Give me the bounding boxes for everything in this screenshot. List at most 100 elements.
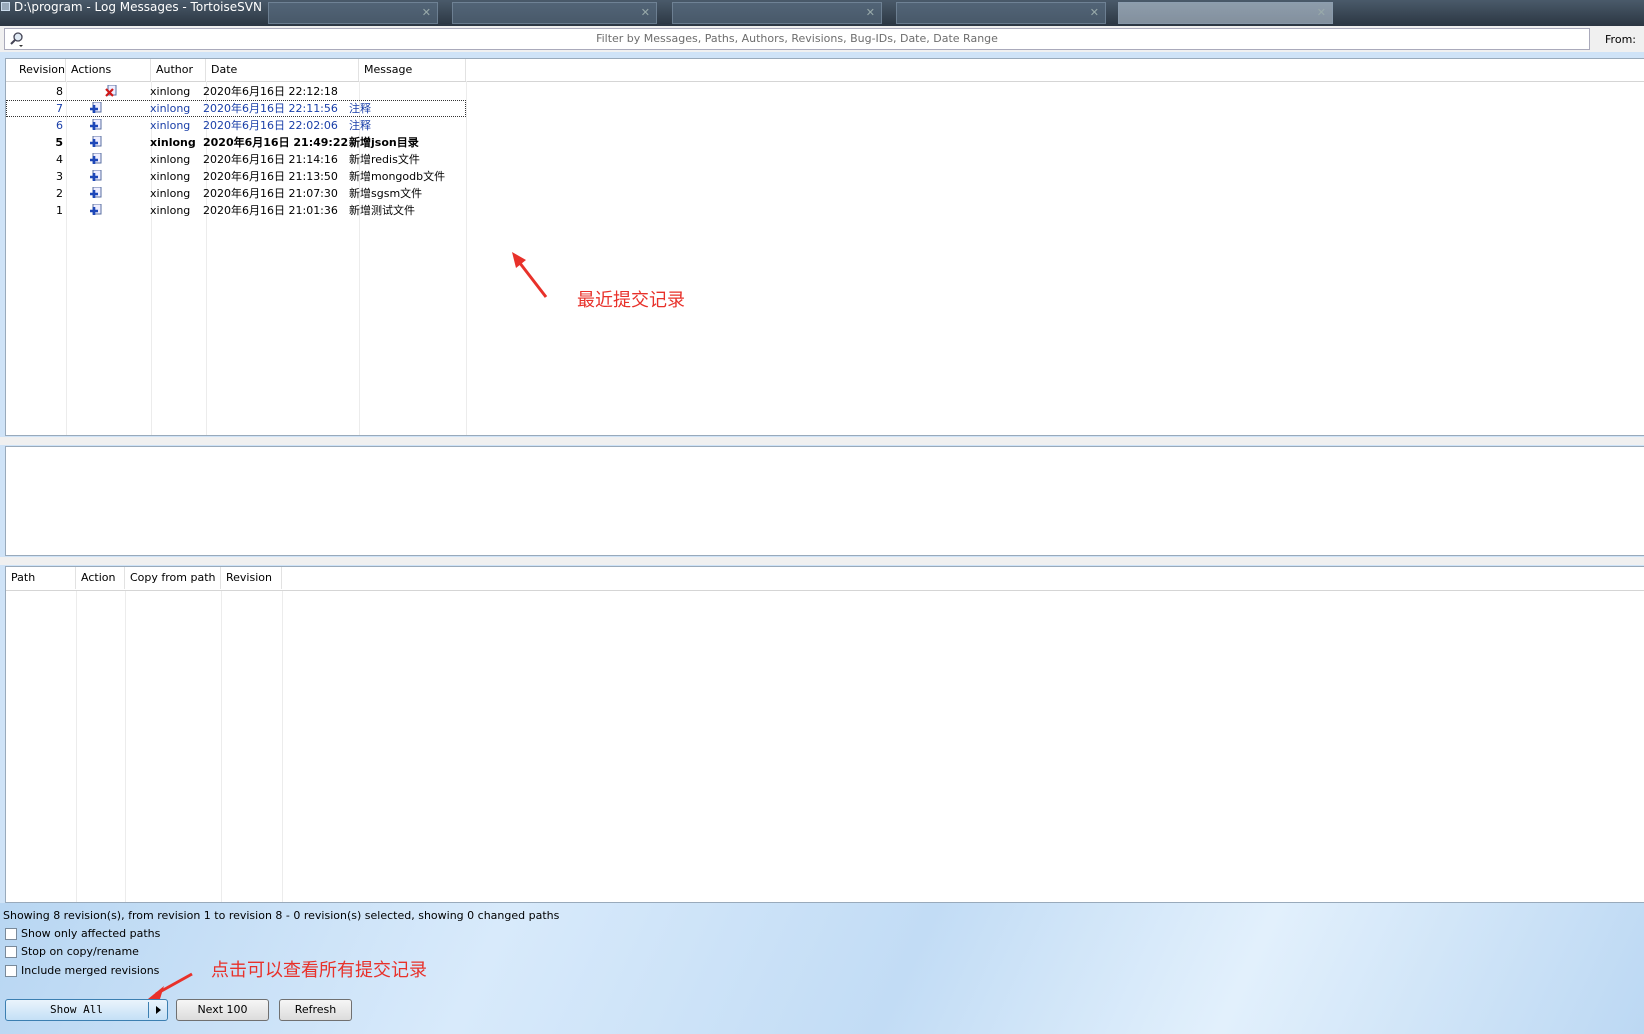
date-cell: 2020年6月16日 21:13:50 xyxy=(203,170,338,183)
background-tab[interactable]: ✕ xyxy=(672,2,882,24)
header-divider xyxy=(6,590,1644,591)
author-cell: xinlong xyxy=(150,170,191,183)
table-row[interactable]: 3 xinlong 2020年6月16日 21:13:50 新增mongodb文件 xyxy=(6,168,1644,185)
revision-cell: 8 xyxy=(56,85,63,98)
column-divider xyxy=(76,590,77,902)
add-icon xyxy=(90,119,102,130)
message-cell: 注释 xyxy=(349,102,371,115)
next-100-button[interactable]: Next 100 xyxy=(176,999,269,1021)
splitter[interactable] xyxy=(0,557,1644,565)
revision-cell: 3 xyxy=(56,170,63,183)
column-divider xyxy=(221,590,222,902)
delete-icon xyxy=(105,85,117,97)
checkbox-label: Stop on copy/rename xyxy=(21,945,139,958)
date-cell: 2020年6月16日 21:07:30 xyxy=(203,187,338,200)
message-cell: 注释 xyxy=(349,119,371,132)
table-row[interactable]: 2 xinlong 2020年6月16日 21:07:30 新增sgsm文件 xyxy=(6,185,1644,202)
close-icon[interactable]: ✕ xyxy=(866,6,875,19)
author-cell: xinlong xyxy=(150,102,191,115)
table-row[interactable]: 1 xinlong 2020年6月16日 21:01:36 新增测试文件 xyxy=(6,202,1644,219)
revision-cell: 5 xyxy=(55,136,63,149)
add-icon xyxy=(90,136,102,147)
from-label: From: xyxy=(1605,33,1636,46)
annotation-show-all-hint: 点击可以查看所有提交记录 xyxy=(211,960,427,981)
background-tab[interactable]: ✕ xyxy=(1118,2,1333,24)
status-text: Showing 8 revision(s), from revision 1 t… xyxy=(3,909,560,922)
annotation-arrow-icon xyxy=(512,252,548,298)
message-cell: 新增mongodb文件 xyxy=(349,170,446,183)
filter-placeholder: Filter by Messages, Paths, Authors, Revi… xyxy=(596,32,998,45)
author-cell: xinlong xyxy=(150,85,191,98)
revision-cell: 2 xyxy=(56,187,63,200)
author-cell: xinlong xyxy=(150,204,191,217)
author-cell: xinlong xyxy=(150,153,191,166)
column-header-actions[interactable]: Actions xyxy=(66,59,151,81)
date-cell: 2020年6月16日 22:12:18 xyxy=(203,85,338,98)
add-icon xyxy=(90,187,102,198)
revision-cell: 7 xyxy=(56,102,63,115)
column-header-revision[interactable]: Revision xyxy=(6,59,66,81)
close-icon[interactable]: ✕ xyxy=(1090,6,1099,19)
filter-bar: Filter by Messages, Paths, Authors, Revi… xyxy=(0,26,1644,52)
checkbox-box[interactable] xyxy=(5,965,17,977)
table-row[interactable]: 8 xinlong 2020年6月16日 22:12:18 xyxy=(6,83,1644,100)
splitter[interactable] xyxy=(0,437,1644,445)
message-cell: 新增json目录 xyxy=(349,136,419,149)
table-row[interactable]: 4 xinlong 2020年6月16日 21:14:16 新增redis文件 xyxy=(6,151,1644,168)
split-divider xyxy=(148,1002,149,1018)
annotation-arrow-icon xyxy=(148,972,193,999)
close-icon[interactable]: ✕ xyxy=(422,6,431,19)
checkbox-box[interactable] xyxy=(5,928,17,940)
author-cell: xinlong xyxy=(150,119,191,132)
window-title: D:\program - Log Messages - TortoiseSVN xyxy=(14,0,262,14)
column-header-action[interactable]: Action xyxy=(76,567,125,589)
changed-paths-list[interactable]: Path Action Copy from path Revision xyxy=(5,566,1644,903)
add-icon xyxy=(90,204,102,215)
checkbox-label: Show only affected paths xyxy=(21,927,161,940)
close-icon[interactable]: ✕ xyxy=(641,6,650,19)
column-header-author[interactable]: Author xyxy=(151,59,206,81)
dropdown-arrow-icon[interactable] xyxy=(156,1006,161,1014)
column-divider xyxy=(125,590,126,902)
add-icon xyxy=(90,153,102,164)
column-divider xyxy=(282,590,283,902)
column-header-path[interactable]: Path xyxy=(6,567,76,589)
author-cell: xinlong xyxy=(150,136,196,149)
column-header-revision[interactable]: Revision xyxy=(221,567,282,589)
column-header-date[interactable]: Date xyxy=(206,59,359,81)
revision-cell: 1 xyxy=(56,204,63,217)
message-cell: 新增redis文件 xyxy=(349,153,420,166)
column-header-copy-from-path[interactable]: Copy from path xyxy=(125,567,221,589)
table-row[interactable]: 6 xinlong 2020年6月16日 22:02:06 注释 xyxy=(6,117,1644,134)
title-bar: D:\program - Log Messages - TortoiseSVN … xyxy=(0,0,1644,26)
checkbox-box[interactable] xyxy=(5,946,17,958)
revision-cell: 4 xyxy=(56,153,63,166)
checkbox-label: Include merged revisions xyxy=(21,964,160,977)
message-cell: 新增测试文件 xyxy=(349,204,415,217)
refresh-button[interactable]: Refresh xyxy=(279,999,352,1021)
annotation-recent-commits: 最近提交记录 xyxy=(577,290,685,311)
background-tab[interactable]: ✕ xyxy=(452,2,657,24)
date-cell: 2020年6月16日 22:11:56 xyxy=(203,102,338,115)
table-row[interactable]: 5 xinlong 2020年6月16日 21:49:22 新增json目录 xyxy=(6,134,1644,151)
revision-list[interactable]: Revision Actions Author Date Message 8 xi… xyxy=(5,58,1644,436)
column-header-message[interactable]: Message xyxy=(359,59,466,81)
add-icon xyxy=(90,102,102,113)
add-icon xyxy=(90,170,102,181)
date-cell: 2020年6月16日 21:01:36 xyxy=(203,204,338,217)
show-all-button[interactable]: Show All xyxy=(5,999,168,1021)
filter-input[interactable]: Filter by Messages, Paths, Authors, Revi… xyxy=(4,28,1590,50)
background-tab[interactable]: ✕ xyxy=(896,2,1106,24)
close-icon[interactable]: ✕ xyxy=(1317,6,1326,19)
background-tab[interactable]: ✕ xyxy=(268,2,438,24)
show-all-label: Show All xyxy=(50,1003,103,1016)
revision-cell: 6 xyxy=(56,119,63,132)
date-cell: 2020年6月16日 21:49:22 xyxy=(203,136,349,149)
message-cell: 新增sgsm文件 xyxy=(349,187,423,200)
header-divider xyxy=(6,81,1644,82)
author-cell: xinlong xyxy=(150,187,191,200)
date-cell: 2020年6月16日 22:02:06 xyxy=(203,119,338,132)
table-row[interactable]: 7 xinlong 2020年6月16日 22:11:56 注释 xyxy=(6,100,466,117)
log-message-pane[interactable] xyxy=(5,446,1644,556)
date-cell: 2020年6月16日 21:14:16 xyxy=(203,153,338,166)
